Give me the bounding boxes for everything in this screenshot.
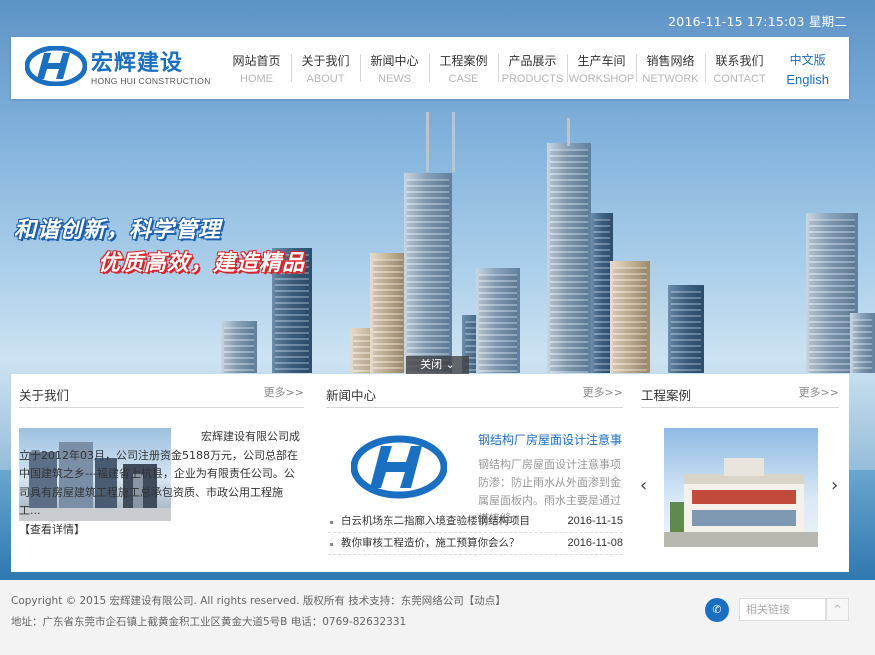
case-section-header: 工程案例 更多>> [641, 374, 839, 408]
about-section-header: 关于我们 更多>> [19, 374, 304, 408]
building [370, 253, 406, 373]
footer-address: 地址：广东省东莞市企石镇上截黄金积工业区黄金大道5号B 电话：0769-8263… [11, 616, 407, 628]
brand-name: 宏辉建设 [91, 51, 184, 76]
nav-item-news[interactable]: 新闻中心 NEWS [360, 37, 429, 99]
nav-label-en: ABOUT [306, 73, 345, 85]
nav-label-en: HOME [240, 73, 273, 85]
news-item-title: 白云机场东二指廊入境查验楼钢结构项目 [341, 515, 530, 527]
about-text: 宏辉建设有限公司成立于2012年03月，公司注册资金5188万元，公司总部在中国… [19, 430, 300, 517]
tower-spire [452, 112, 455, 172]
wechat-icon[interactable]: ✆ [705, 598, 729, 622]
nav-label-en: NEWS [378, 73, 411, 85]
building [547, 143, 591, 373]
content-panel: 关于我们 更多>> 宏辉建设有限公司成立于2012年03月，公司注册资金5188… [11, 374, 849, 572]
nav-label: 网站首页 [232, 54, 281, 68]
section-title: 关于我们 [19, 388, 70, 403]
section-title: 工程案例 [641, 388, 692, 403]
nav-label-en: CONTACT [713, 73, 766, 85]
nav-item-about[interactable]: 关于我们 ABOUT [291, 37, 360, 99]
building [404, 173, 452, 373]
nav-label-en: NETWORK [642, 73, 699, 85]
nav-item-home[interactable]: 网站首页 HOME [222, 37, 291, 99]
nav-label: 工程案例 [439, 54, 488, 68]
back-to-top-button[interactable]: ^ [826, 598, 849, 621]
tower-spire [426, 112, 429, 172]
news-list-item[interactable]: 白云机场东二指廊入境查验楼钢结构项目 2016-11-15 [328, 511, 623, 533]
news-item-date: 2016-11-15 [567, 515, 623, 527]
nav-label-en: CASE [448, 73, 479, 85]
news-list-item[interactable]: 教你审核工程造价，施工预算你会么？ 2016-11-08 [328, 533, 623, 555]
lang-chinese-link[interactable]: 中文版 [786, 51, 829, 68]
logo[interactable]: 宏辉建设 HONG HUI CONSTRUCTION [25, 44, 215, 92]
nav-label-en: PRODUCTS [501, 73, 564, 85]
banner-slogan-line1: 和谐创新，科学管理 [14, 218, 222, 243]
site-footer: Copyright © 2015 宏辉建设有限公司. All rights re… [0, 580, 875, 655]
case-prev-arrow-icon[interactable]: ‹ [640, 477, 647, 495]
nav-item-network[interactable]: 销售网络 NETWORK [636, 37, 705, 99]
about-detail-link[interactable]: 【查看详情】 [19, 523, 85, 536]
building [610, 261, 650, 373]
nav-item-case[interactable]: 工程案例 CASE [429, 37, 498, 99]
tower-spire [567, 118, 570, 146]
nav-label-en: WORKSHOP [568, 73, 635, 85]
related-links-select[interactable]: 相关链接 [739, 598, 826, 621]
building [221, 321, 257, 373]
news-list: 白云机场东二指廊入境查验楼钢结构项目 2016-11-15 教你审核工程造价，施… [328, 511, 623, 555]
building [850, 313, 875, 373]
bullet-icon [330, 521, 333, 524]
bullet-icon [330, 543, 333, 546]
case-next-arrow-icon[interactable]: › [831, 477, 838, 495]
news-feature-title[interactable]: 钢结构厂房屋面设计注意事 [478, 431, 623, 448]
nav-label: 关于我们 [301, 54, 350, 68]
lang-english-link[interactable]: English [786, 72, 829, 87]
nav-label: 产品展示 [508, 54, 557, 68]
nav-item-workshop[interactable]: 生产车间 WORKSHOP [567, 37, 636, 99]
building [668, 285, 704, 373]
banner-slogan-line2: 优质高效，建造精品 [98, 251, 306, 276]
nav-item-contact[interactable]: 联系我们 CONTACT [705, 37, 774, 99]
nav-item-products[interactable]: 产品展示 PRODUCTS [498, 37, 567, 99]
main-nav: 网站首页 HOME 关于我们 ABOUT 新闻中心 NEWS 工程案例 CASE 产品展… [222, 37, 774, 99]
logo-mark-icon [25, 46, 87, 86]
nav-label: 生产车间 [577, 54, 626, 68]
case-project-image[interactable] [664, 428, 818, 547]
nav-label: 联系我们 [715, 54, 764, 68]
banner-close-button[interactable]: 关闭 ⌄ [406, 356, 469, 374]
news-more-link[interactable]: 更多>> [583, 384, 623, 400]
building [476, 268, 520, 373]
chevron-down-icon: ⌄ [445, 358, 455, 371]
nav-label: 新闻中心 [370, 54, 419, 68]
news-item-date: 2016-11-08 [567, 537, 623, 549]
case-more-link[interactable]: 更多>> [799, 384, 839, 400]
news-section-header: 新闻中心 更多>> [326, 374, 623, 408]
site-header: 宏辉建设 HONG HUI CONSTRUCTION 网站首页 HOME 关于我们… [11, 37, 849, 99]
close-label: 关闭 [420, 358, 443, 371]
about-more-link[interactable]: 更多>> [264, 384, 304, 400]
about-description: 宏辉建设有限公司成立于2012年03月，公司注册资金5188万元，公司总部在中国… [19, 428, 304, 539]
language-switch: 中文版 English [786, 51, 829, 87]
footer-copyright: Copyright © 2015 宏辉建设有限公司. All rights re… [11, 595, 506, 607]
brand-subtitle: HONG HUI CONSTRUCTION [91, 76, 211, 86]
news-thumbnail-logo-icon [351, 435, 447, 499]
nav-label: 销售网络 [646, 54, 695, 68]
news-item-title: 教你审核工程造价，施工预算你会么？ [341, 537, 520, 549]
section-title: 新闻中心 [326, 388, 377, 403]
current-datetime: 2016-11-15 17:15:03 星期二 [668, 14, 847, 29]
